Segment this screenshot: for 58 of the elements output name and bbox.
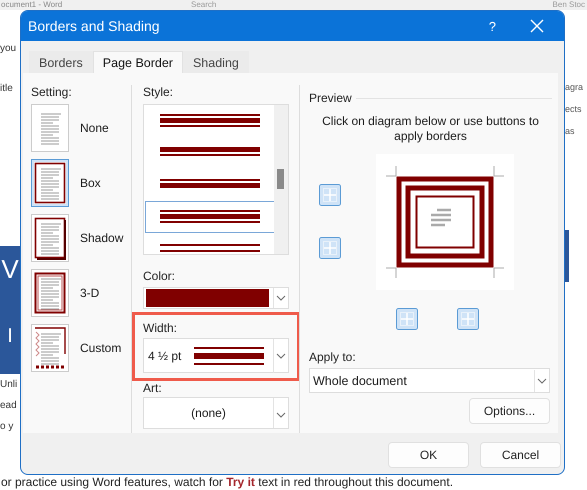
border-toggle-button[interactable] xyxy=(319,237,341,259)
width-dropdown[interactable]: 4 ½ pt xyxy=(143,338,289,373)
page-setting-icon[interactable] xyxy=(31,324,69,372)
page-setting-icon[interactable] xyxy=(31,214,69,262)
page-setting-icon[interactable] xyxy=(31,158,69,206)
document-text: or practice using Word features, watch for Try it text in red throughout this document. xyxy=(1,475,454,489)
window-title: Borders and Shading xyxy=(28,18,160,34)
setting-option-label: Custom xyxy=(80,340,122,354)
document-text: you xyxy=(0,42,18,56)
banner-text: I xyxy=(7,325,13,348)
color-label: Color: xyxy=(143,269,176,283)
apply-to-dropdown[interactable]: Whole document xyxy=(309,368,550,393)
preview-hint: Click on diagram below or use buttons to apply borders xyxy=(321,114,540,144)
border-toggle-button[interactable] xyxy=(457,308,479,330)
style-list[interactable] xyxy=(143,104,289,255)
width-label: Width: xyxy=(143,321,178,335)
line-width-sample xyxy=(194,344,264,366)
border-preview-diagram[interactable] xyxy=(376,154,514,290)
document-banner xyxy=(565,230,569,282)
cancel-button[interactable]: Cancel xyxy=(480,442,561,468)
options-button[interactable]: Options... xyxy=(469,398,550,424)
search-label: Search xyxy=(191,0,216,10)
border-toggle-button[interactable] xyxy=(396,308,418,330)
chevron-down-icon xyxy=(273,398,288,428)
document-text: ead xyxy=(0,399,18,413)
setting-option-label: 3-D xyxy=(80,286,100,300)
apply-to-label: Apply to: xyxy=(309,350,357,364)
chevron-down-icon xyxy=(534,370,549,392)
app-title: ocument1 - Word xyxy=(1,0,64,10)
document-text: as xyxy=(565,125,576,138)
ok-button[interactable]: OK xyxy=(388,442,469,468)
setting-option-label: Box xyxy=(80,176,101,190)
document-text: Unli xyxy=(0,378,18,392)
border-toggle-button[interactable] xyxy=(319,184,341,206)
banner-text: V xyxy=(1,254,19,285)
tab[interactable]: Shading xyxy=(182,51,249,73)
setting-option-label: Shadow xyxy=(80,230,124,244)
tab[interactable]: Borders xyxy=(29,51,93,73)
art-label: Art: xyxy=(143,381,163,395)
document-text: o y xyxy=(0,420,14,434)
setting-label: Setting: xyxy=(31,85,73,99)
close-icon[interactable] xyxy=(530,19,544,33)
line-style-option[interactable] xyxy=(145,201,274,233)
setting-option-label: None xyxy=(80,120,109,134)
art-dropdown[interactable]: (none) xyxy=(143,397,289,429)
help-button[interactable]: ? xyxy=(486,18,498,34)
tab[interactable]: Page Border xyxy=(92,51,183,73)
document-text: ects xyxy=(565,103,583,116)
document-text: itle xyxy=(0,82,14,96)
chevron-down-icon xyxy=(273,338,288,372)
user-name: Ben Stoc xyxy=(552,0,585,10)
chevron-down-icon xyxy=(273,288,288,308)
scrollbar[interactable] xyxy=(274,105,288,254)
page-setting-icon[interactable] xyxy=(31,268,69,316)
color-dropdown[interactable] xyxy=(143,287,289,309)
style-label: Style: xyxy=(143,85,174,99)
document-text: agra xyxy=(565,81,584,94)
preview-label: Preview xyxy=(309,91,352,105)
